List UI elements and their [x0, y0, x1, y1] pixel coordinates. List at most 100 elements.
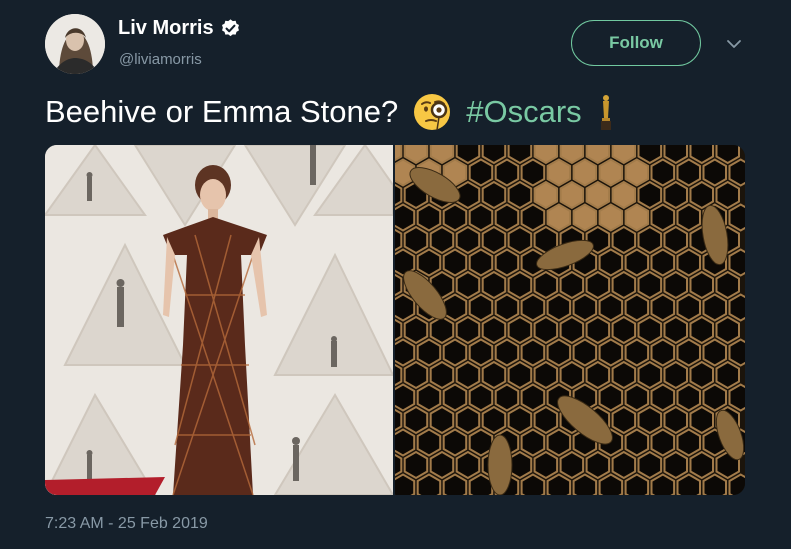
honeycomb-cell	[624, 248, 650, 277]
honeycomb-cell	[403, 315, 429, 345]
honeycomb-cell	[429, 405, 455, 435]
honeycomb-cell	[650, 383, 676, 412]
honeycomb-cell	[429, 450, 455, 480]
honeycomb-cell	[676, 428, 701, 457]
honeycomb-cell	[611, 405, 637, 435]
honeycomb-cell	[663, 405, 688, 435]
honeycomb-cell	[507, 225, 533, 255]
honeycomb-cell	[676, 203, 701, 232]
honeycomb-cell	[481, 180, 507, 210]
honeycomb-cell	[572, 338, 598, 367]
honeycomb-cell	[650, 158, 676, 187]
honeycomb-cell	[715, 270, 740, 300]
honeycomb-cell	[520, 338, 546, 367]
honeycomb-cell	[520, 158, 546, 187]
tweet-text: Beehive or Emma Stone? #Oscars	[45, 92, 614, 132]
honeycomb-cell	[585, 270, 611, 300]
honeycomb-cell	[585, 180, 611, 210]
red-carpet-photo[interactable]	[45, 145, 393, 495]
honeycomb-cell	[611, 360, 637, 390]
honeycomb-cell	[468, 158, 494, 187]
honeycomb-cell	[650, 248, 676, 277]
chevron-down-icon[interactable]	[725, 37, 743, 51]
honeycomb-cell	[395, 338, 416, 367]
honeycomb-cell	[611, 180, 637, 210]
honeycomb-cell	[455, 360, 481, 390]
honeycomb-cell	[468, 293, 494, 322]
honeycomb-cell	[676, 248, 701, 277]
honeycomb-cell	[442, 293, 468, 322]
follow-button[interactable]: Follow	[571, 20, 701, 66]
honeycomb-cell	[442, 338, 468, 367]
honeycomb-cell	[494, 248, 520, 277]
honeycomb-cell	[533, 360, 559, 390]
honeycomb-cell	[395, 293, 416, 322]
honeycomb-cell	[598, 293, 624, 322]
honeycomb-cell	[689, 450, 714, 480]
honeycomb-cell	[494, 293, 520, 322]
honeycomb-cell	[637, 225, 663, 255]
honeycomb-cell	[663, 450, 688, 480]
honeycomb-cell	[598, 383, 624, 412]
honeycomb-cell	[702, 338, 727, 367]
honeycomb-cell	[507, 270, 533, 300]
honeycomb-cell	[676, 158, 701, 187]
honeycomb-cell	[559, 180, 585, 210]
honeycomb-cell	[546, 293, 572, 322]
honeycomb-cell	[416, 338, 442, 367]
honeycomb-cell	[416, 383, 442, 412]
honeycomb-cell	[481, 360, 507, 390]
honeycomb-cell	[572, 203, 598, 232]
honeycomb-cell	[507, 315, 533, 345]
honeycomb-cell	[702, 383, 727, 412]
author-name-row[interactable]: Liv Morris	[118, 17, 241, 40]
honeycomb-cell	[689, 180, 714, 210]
honeycomb-cell	[611, 225, 637, 255]
honeycomb-photo[interactable]	[395, 145, 745, 495]
honeycomb-cell	[663, 360, 688, 390]
honeycomb-cell	[611, 315, 637, 345]
honeycomb-cell	[395, 383, 416, 412]
honeycomb-cell	[395, 428, 416, 457]
hashtag-link[interactable]: #Oscars	[466, 94, 581, 130]
honeycomb-cell	[442, 383, 468, 412]
oscar-statuette-icon	[600, 95, 611, 130]
honeycomb-cell	[416, 428, 442, 457]
face-with-monocle-icon	[414, 94, 451, 131]
honeycomb-cell	[468, 338, 494, 367]
honeycomb-cell	[585, 360, 611, 390]
honeycomb-cell	[650, 203, 676, 232]
honeycomb-cell	[715, 360, 740, 390]
honeycomb-cell	[455, 225, 481, 255]
display-name[interactable]: Liv Morris	[118, 17, 214, 40]
honeycomb-cell	[559, 270, 585, 300]
honeycomb-cell	[468, 383, 494, 412]
honeycomb-cell	[715, 315, 740, 345]
honeycomb-cell	[637, 270, 663, 300]
honeycomb-cell	[572, 158, 598, 187]
honeycomb-cell	[520, 293, 546, 322]
honeycomb-cell	[611, 270, 637, 300]
tweet-timestamp[interactable]: 7:23 AM - 25 Feb 2019	[45, 515, 208, 533]
honeycomb-cell	[533, 180, 559, 210]
honeycomb-cell	[429, 225, 455, 255]
honeycomb-cell	[637, 315, 663, 345]
honeycomb-cell	[546, 338, 572, 367]
honeycomb-cell	[520, 203, 546, 232]
honeycomb-cell	[442, 248, 468, 277]
user-handle[interactable]: @liviamorris	[119, 51, 202, 68]
honeycomb-cell	[650, 338, 676, 367]
honeycomb-cell	[520, 428, 546, 457]
honeycomb-cell	[455, 270, 481, 300]
honeycomb-cell	[429, 360, 455, 390]
red-carpet-image	[45, 145, 393, 495]
honeycomb-cell	[702, 158, 727, 187]
honeycomb-cell	[429, 315, 455, 345]
avatar[interactable]	[45, 14, 105, 74]
honeycomb-cell	[468, 203, 494, 232]
honeycomb-cell	[624, 338, 650, 367]
honeycomb-cell	[403, 360, 429, 390]
tweet-media[interactable]	[45, 145, 745, 495]
honeycomb-cell	[395, 203, 416, 232]
honeycomb-cell	[689, 315, 714, 345]
